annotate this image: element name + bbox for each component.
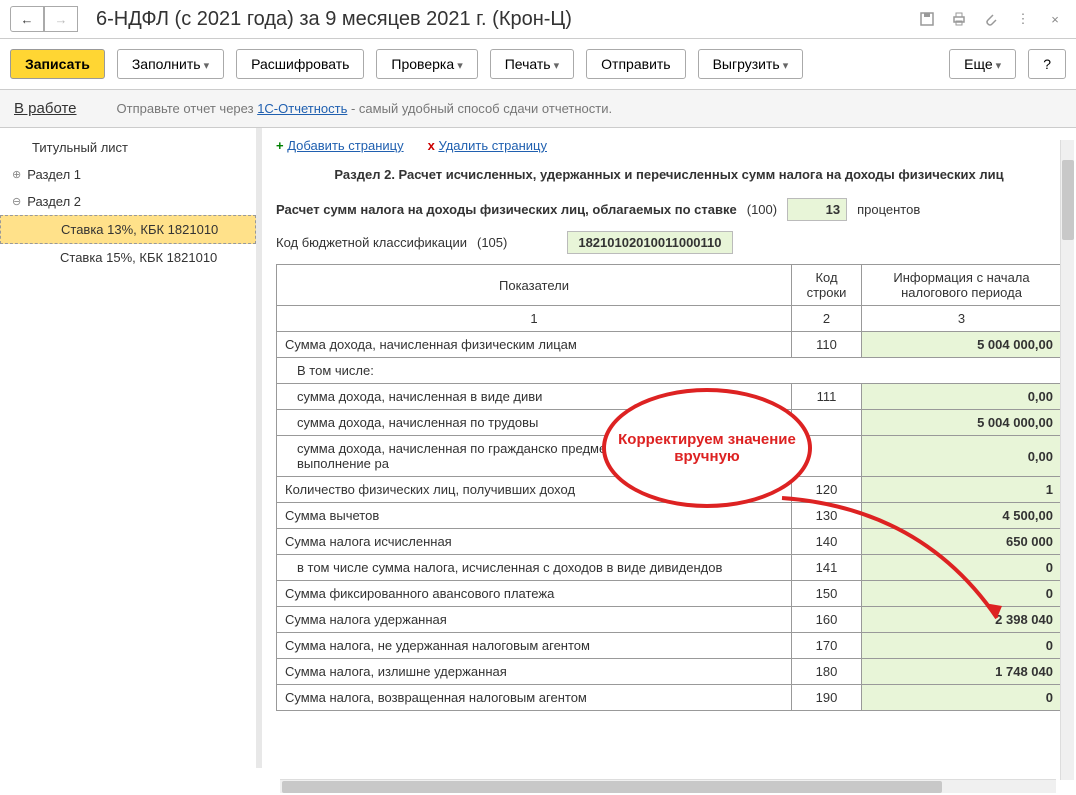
row-code: 120 (792, 477, 862, 503)
row-value-cell[interactable]: 2 398 040 (862, 607, 1062, 633)
table-row: Сумма фиксированного авансового платежа1… (277, 581, 1062, 607)
row-code: 150 (792, 581, 862, 607)
row-value-cell[interactable]: 0,00 (862, 436, 1062, 477)
row-value-cell[interactable]: 0 (862, 581, 1062, 607)
add-page-button[interactable]: + Добавить страницу (276, 138, 404, 153)
row-value-cell[interactable]: 0 (862, 633, 1062, 659)
vertical-scrollbar[interactable] (1060, 140, 1074, 780)
nav-forward-button[interactable]: → (44, 6, 78, 32)
close-icon[interactable]: × (1044, 8, 1066, 30)
row-label: Сумма вычетов (277, 503, 792, 529)
data-grid: Показатели Код строки Информация с начал… (276, 264, 1062, 711)
row-label: Сумма налога, возвращенная налоговым аге… (277, 685, 792, 711)
help-button[interactable]: ? (1028, 49, 1066, 79)
row-label: В том числе: (277, 358, 1062, 384)
table-row: Сумма налога удержанная1602 398 040 (277, 607, 1062, 633)
row-code: 141 (792, 555, 862, 581)
decode-button[interactable]: Расшифровать (236, 49, 364, 79)
row-label: Сумма налога, не удержанная налоговым аг… (277, 633, 792, 659)
tree-section1[interactable]: ⊕Раздел 1 (0, 161, 256, 188)
write-button[interactable]: Записать (10, 49, 105, 79)
row-label: сумма дохода, начисленная по гражданско … (277, 436, 792, 477)
row-code: 140 (792, 529, 862, 555)
more-button[interactable]: Еще (949, 49, 1016, 79)
row-value-cell[interactable]: 0 (862, 555, 1062, 581)
rate-label: Расчет сумм налога на доходы физических … (276, 202, 737, 217)
table-row: сумма дохода, начисленная по гражданско … (277, 436, 1062, 477)
row-label: Сумма налога исчисленная (277, 529, 792, 555)
row-label: Сумма дохода, начисленная физическим лиц… (277, 332, 792, 358)
grid-header-indicators: Показатели (277, 265, 792, 306)
row-code: 170 (792, 633, 862, 659)
row-label: Сумма налога удержанная (277, 607, 792, 633)
send-button[interactable]: Отправить (586, 49, 685, 79)
report-service-link[interactable]: 1С-Отчетность (257, 101, 347, 116)
status-message: Отправьте отчет через 1С-Отчетность - са… (117, 101, 613, 116)
row-value-cell[interactable]: 1 (862, 477, 1062, 503)
row-code: 130 (792, 503, 862, 529)
grid-header-code: Код строки (792, 265, 862, 306)
table-row: Сумма налога, возвращенная налоговым аге… (277, 685, 1062, 711)
window-title: 6-НДФЛ (с 2021 года) за 9 месяцев 2021 г… (96, 8, 916, 31)
rate-value-input[interactable]: 13 (787, 198, 847, 221)
tree-title-page[interactable]: Титульный лист (0, 134, 256, 161)
row-value-cell[interactable]: 1 748 040 (862, 659, 1062, 685)
row-code: 160 (792, 607, 862, 633)
status-state-link[interactable]: В работе (14, 100, 77, 117)
save-icon[interactable] (916, 8, 938, 30)
kbk-value-input[interactable]: 18210102010011000110 (567, 231, 732, 254)
row-code: 110 (792, 332, 862, 358)
sidebar-tree: Титульный лист ⊕Раздел 1 ⊖Раздел 2 Ставк… (0, 128, 262, 768)
row-value-cell[interactable]: 5 004 000,00 (862, 410, 1062, 436)
kbk-label: Код бюджетной классификации (276, 235, 467, 250)
rate-suffix: процентов (857, 202, 920, 217)
table-row: Количество физических лиц, получивших до… (277, 477, 1062, 503)
tree-rate13[interactable]: Ставка 13%, КБК 1821010 (0, 215, 256, 244)
row-code (792, 410, 862, 436)
collapse-icon: ⊖ (12, 195, 21, 208)
table-row: сумма дохода, начисленная в виде диви111… (277, 384, 1062, 410)
nav-back-button[interactable]: ← (10, 6, 44, 32)
section-header: Раздел 2. Расчет исчисленных, удержанных… (316, 167, 1022, 182)
grid-header-info: Информация с начала налогового периода (862, 265, 1062, 306)
row-code (792, 436, 862, 477)
delete-page-button[interactable]: x Удалить страницу (428, 138, 547, 153)
row-value-cell[interactable]: 650 000 (862, 529, 1062, 555)
rate-code: (100) (747, 202, 777, 217)
kbk-code: (105) (477, 235, 507, 250)
row-code: 111 (792, 384, 862, 410)
row-label: в том числе сумма налога, исчисленная с … (277, 555, 792, 581)
expand-icon: ⊕ (12, 168, 21, 181)
horizontal-scrollbar[interactable] (280, 779, 1056, 793)
paperclip-icon[interactable] (980, 8, 1002, 30)
row-value-cell[interactable]: 4 500,00 (862, 503, 1062, 529)
more-vertical-icon[interactable]: ⋮ (1012, 8, 1034, 30)
row-code: 190 (792, 685, 862, 711)
row-label: сумма дохода, начисленная в виде диви (277, 384, 792, 410)
row-label: Сумма налога, излишне удержанная (277, 659, 792, 685)
row-value-cell[interactable]: 0 (862, 685, 1062, 711)
row-label: Сумма фиксированного авансового платежа (277, 581, 792, 607)
row-code: 180 (792, 659, 862, 685)
row-label: Количество физических лиц, получивших до… (277, 477, 792, 503)
fill-button[interactable]: Заполнить (117, 49, 224, 79)
check-button[interactable]: Проверка (376, 49, 477, 79)
table-row: Сумма налога, не удержанная налоговым аг… (277, 633, 1062, 659)
table-row: Сумма налога, излишне удержанная1801 748… (277, 659, 1062, 685)
row-value-cell[interactable]: 5 004 000,00 (862, 332, 1062, 358)
table-row: Сумма вычетов1304 500,00 (277, 503, 1062, 529)
print-button[interactable]: Печать (490, 49, 574, 79)
table-row: в том числе сумма налога, исчисленная с … (277, 555, 1062, 581)
table-row: сумма дохода, начисленная по трудовы 5 00… (277, 410, 1062, 436)
table-row: Сумма налога исчисленная140650 000 (277, 529, 1062, 555)
tree-rate15[interactable]: Ставка 15%, КБК 1821010 (0, 244, 256, 271)
export-button[interactable]: Выгрузить (698, 49, 804, 79)
table-row: В том числе: (277, 358, 1062, 384)
table-row: Сумма дохода, начисленная физическим лиц… (277, 332, 1062, 358)
tree-section2[interactable]: ⊖Раздел 2 (0, 188, 256, 215)
row-label: сумма дохода, начисленная по трудовы (277, 410, 792, 436)
row-value-cell[interactable]: 0,00 (862, 384, 1062, 410)
print-icon[interactable] (948, 8, 970, 30)
